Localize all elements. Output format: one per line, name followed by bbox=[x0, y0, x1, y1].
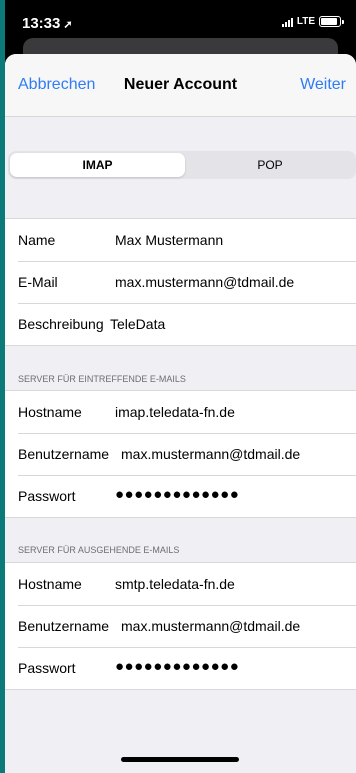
home-indicator[interactable] bbox=[121, 757, 239, 762]
network-type: LTE bbox=[296, 16, 315, 27]
username-label: Benutzername bbox=[18, 446, 110, 462]
incoming-username-row[interactable]: Benutzername max.mustermann@tdmail.de bbox=[5, 433, 356, 475]
hostname-label: Hostname bbox=[18, 404, 82, 420]
outgoing-password-field[interactable]: ●●●●●●●●●●●●● bbox=[115, 658, 239, 675]
password-label: Passwort bbox=[18, 660, 76, 676]
name-field[interactable]: Max Mustermann bbox=[115, 232, 223, 248]
outgoing-username-field[interactable]: max.mustermann@tdmail.de bbox=[121, 618, 300, 634]
incoming-password-row[interactable]: Passwort ●●●●●●●●●●●●● bbox=[5, 475, 356, 517]
segment-imap[interactable]: IMAP bbox=[10, 153, 185, 177]
description-field[interactable]: TeleData bbox=[110, 316, 165, 332]
name-label: Name bbox=[18, 232, 56, 248]
incoming-hostname-row[interactable]: Hostname imap.teledata-fn.de bbox=[5, 391, 356, 433]
location-icon: ➚ bbox=[63, 19, 73, 31]
new-account-sheet: Abbrechen Neuer Account Weiter IMAP POP … bbox=[5, 54, 356, 773]
phone-screen: 13:33 ➚ LTE Abbrechen Neuer Account Weite… bbox=[5, 0, 356, 773]
navigation-bar: Abbrechen Neuer Account Weiter bbox=[5, 54, 356, 117]
next-button[interactable]: Weiter bbox=[300, 76, 346, 94]
email-row[interactable]: E-Mail max.mustermann@tdmail.de bbox=[5, 261, 356, 303]
clock: 13:33 bbox=[22, 15, 61, 32]
status-time: 13:33 ➚ bbox=[22, 15, 73, 32]
signal-icon bbox=[281, 17, 293, 27]
name-row[interactable]: Name Max Mustermann bbox=[5, 219, 356, 261]
outgoing-section-header: SERVER FÜR AUSGEHENDE E-MAILS bbox=[18, 545, 180, 555]
outgoing-server-group: Hostname smtp.teledata-fn.de Benutzernam… bbox=[5, 562, 356, 690]
outgoing-hostname-field[interactable]: smtp.teledata-fn.de bbox=[115, 576, 235, 592]
password-label: Passwort bbox=[18, 488, 76, 504]
username-label: Benutzername bbox=[18, 618, 110, 634]
description-label: Beschreibung bbox=[18, 316, 104, 332]
description-row[interactable]: Beschreibung TeleData bbox=[5, 303, 356, 345]
outgoing-username-row[interactable]: Benutzername max.mustermann@tdmail.de bbox=[5, 605, 356, 647]
segment-pop[interactable]: POP bbox=[186, 153, 354, 177]
incoming-section-header: SERVER FÜR EINTREFFENDE E-MAILS bbox=[18, 374, 186, 384]
incoming-hostname-field[interactable]: imap.teledata-fn.de bbox=[115, 404, 235, 420]
battery-tip bbox=[342, 19, 344, 24]
status-indicators: LTE bbox=[281, 16, 344, 27]
outgoing-password-row[interactable]: Passwort ●●●●●●●●●●●●● bbox=[5, 647, 356, 689]
outgoing-hostname-row[interactable]: Hostname smtp.teledata-fn.de bbox=[5, 563, 356, 605]
protocol-segmented-control: IMAP POP bbox=[8, 151, 356, 179]
incoming-username-field[interactable]: max.mustermann@tdmail.de bbox=[121, 446, 300, 462]
incoming-server-group: Hostname imap.teledata-fn.de Benutzernam… bbox=[5, 390, 356, 518]
account-group: Name Max Mustermann E-Mail max.musterman… bbox=[5, 218, 356, 346]
email-field[interactable]: max.mustermann@tdmail.de bbox=[115, 274, 294, 290]
hostname-label: Hostname bbox=[18, 576, 82, 592]
email-label: E-Mail bbox=[18, 274, 58, 290]
battery-icon bbox=[319, 16, 341, 27]
incoming-password-field[interactable]: ●●●●●●●●●●●●● bbox=[115, 486, 239, 503]
